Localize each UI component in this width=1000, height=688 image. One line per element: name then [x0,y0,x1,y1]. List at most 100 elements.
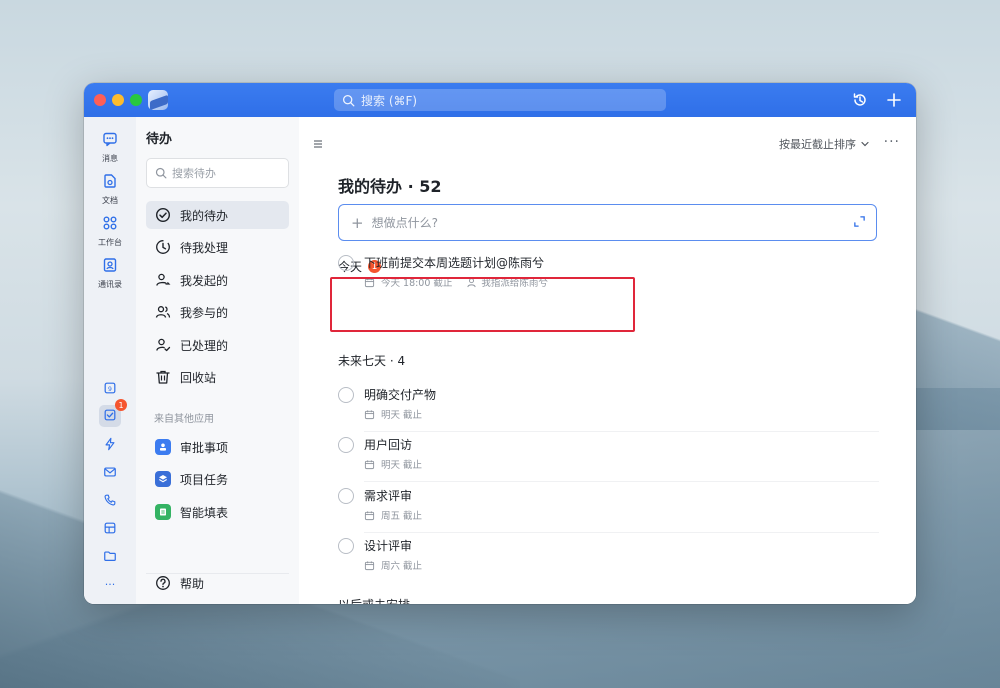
approval-icon [155,439,171,455]
task-checkbox[interactable] [338,538,354,554]
sidebar-item-my-todos[interactable]: 我的待办 [146,201,289,229]
task-item-deliverables[interactable]: 明确交付产物 明天 截止 [338,382,879,432]
sidebar-item-label: 我参与的 [180,305,229,320]
mail-icon[interactable] [99,461,121,483]
project-icon [155,471,171,487]
phone-icon[interactable] [99,489,121,511]
minimize-window-button[interactable] [112,94,124,106]
task-checkbox[interactable] [338,437,354,453]
task-due: 周五 截止 [381,511,423,522]
history-icon[interactable] [851,91,869,109]
task-item-user-visit[interactable]: 用户回访 明天 截止 [338,432,879,482]
global-search-placeholder: 搜索 (⌘F) [361,93,418,108]
calendar-icon[interactable]: 9 [99,377,121,399]
add-icon[interactable] [885,91,903,109]
lightning-icon[interactable] [99,433,121,455]
rail-item-contacts[interactable]: 通讯录 [84,257,136,290]
todo-sidebar: 待办 搜索待办 我的待办 待我处理 我发起的 我参与的 已处理的 回收站 来自其… [136,117,300,604]
task-title: 明确交付产物 [364,388,437,402]
rail-item-messages[interactable]: 消息 [84,131,136,164]
rail-label: 文档 [102,196,118,205]
group-later: 以后或未安排 [338,596,410,604]
sidebar-item-processed[interactable]: 已处理的 [146,331,289,359]
zoom-window-button[interactable] [130,94,142,106]
rail-item-todo[interactable]: 1 [99,399,127,427]
clock-icon [154,238,172,256]
sidebar-title: 待办 [146,132,173,147]
todo-search-placeholder: 搜索待办 [172,167,216,180]
rail-label: 工作台 [98,238,122,247]
app-logo-icon [148,90,168,110]
other-apps-label: 来自其他应用 [154,414,214,425]
form-icon [155,504,171,520]
todo-search-input[interactable]: 搜索待办 [146,158,289,188]
task-title: 用户回访 [364,438,413,452]
help-icon [154,574,172,592]
sidebar-item-initiated[interactable]: 我发起的 [146,266,289,294]
sidebar-item-project-tasks[interactable]: 项目任务 [146,465,289,493]
sidebar-item-label: 待我处理 [180,240,229,255]
task-meta: 周六 截止 [364,558,422,572]
folder-icon[interactable] [99,545,121,567]
sidebar-item-trash[interactable]: 回收站 [146,363,289,391]
sidebar-item-pending[interactable]: 待我处理 [146,233,289,261]
sidebar-item-label: 智能填表 [180,505,229,520]
user-check-icon [154,336,172,354]
sidebar-item-label: 回收站 [180,370,217,385]
task-checkbox[interactable] [338,255,354,271]
task-item-requirements-review[interactable]: 需求评审 周五 截止 [338,483,879,533]
sidebar-item-label: 我的待办 [180,208,229,223]
rail-more-button[interactable]: ··· [99,573,121,595]
calendar-icon [364,459,375,470]
calendar-icon [364,510,375,521]
help-button[interactable]: 帮助 [146,569,289,597]
search-icon [342,94,355,107]
annotation-highlight-box [330,277,635,332]
docs-icon [102,173,118,193]
user-send-icon [154,271,172,289]
trash-icon [154,368,172,386]
task-item-design-review[interactable]: 设计评审 周六 截止 [338,533,879,583]
chat-icon [102,131,118,151]
group-label: 以后或未安排 [338,596,410,604]
task-checkbox[interactable] [338,387,354,403]
help-label: 帮助 [180,576,205,591]
task-title: 下班前提交本周选题计划@陈雨兮 [364,256,545,270]
calendar-icon [364,409,375,420]
close-window-button[interactable] [94,94,106,106]
rail-label: 通讯录 [98,280,122,289]
task-list: 下班前提交本周选题计划@陈雨兮 今天 18:00 截止 我指派给陈雨兮 未来七天… [299,117,916,604]
sidebar-item-participating[interactable]: 我参与的 [146,298,289,326]
task-due: 明天 截止 [381,460,423,471]
sidebar-item-approval[interactable]: 审批事项 [146,433,289,461]
global-search-input[interactable]: 搜索 (⌘F) [334,89,666,111]
task-meta: 明天 截止 [364,457,422,471]
task-due: 周六 截止 [381,561,423,572]
rail-item-workbench[interactable]: 工作台 [84,215,136,248]
task-divider [364,481,879,482]
svg-text:9: 9 [108,386,112,393]
task-title: 设计评审 [364,539,413,553]
todo-icon [103,407,117,426]
sidebar-item-label: 审批事项 [180,440,229,455]
task-meta: 周五 截止 [364,508,422,522]
app-rail: 消息 文档 工作台 通讯录 9 1 ··· [84,117,137,604]
sidebar-item-label: 我发起的 [180,273,229,288]
titlebar: 搜索 (⌘F) [84,83,916,117]
task-meta: 明天 截止 [364,407,422,421]
sidebar-item-label: 已处理的 [180,338,229,353]
rail-item-docs[interactable]: 文档 [84,173,136,206]
layout-icon[interactable] [99,517,121,539]
rail-label: 消息 [102,154,118,163]
task-checkbox[interactable] [338,488,354,504]
sidebar-item-label: 项目任务 [180,472,229,487]
sidebar-item-smart-form[interactable]: 智能填表 [146,498,289,526]
contacts-icon [102,257,118,277]
task-title: 需求评审 [364,489,413,503]
workbench-icon [102,215,118,235]
todo-badge: 1 [115,399,127,411]
search-icon [155,167,167,179]
task-due: 明天 截止 [381,410,423,421]
group-label: 未来七天 · 4 [338,354,406,368]
group-next-7-days: 未来七天 · 4 [338,352,405,369]
